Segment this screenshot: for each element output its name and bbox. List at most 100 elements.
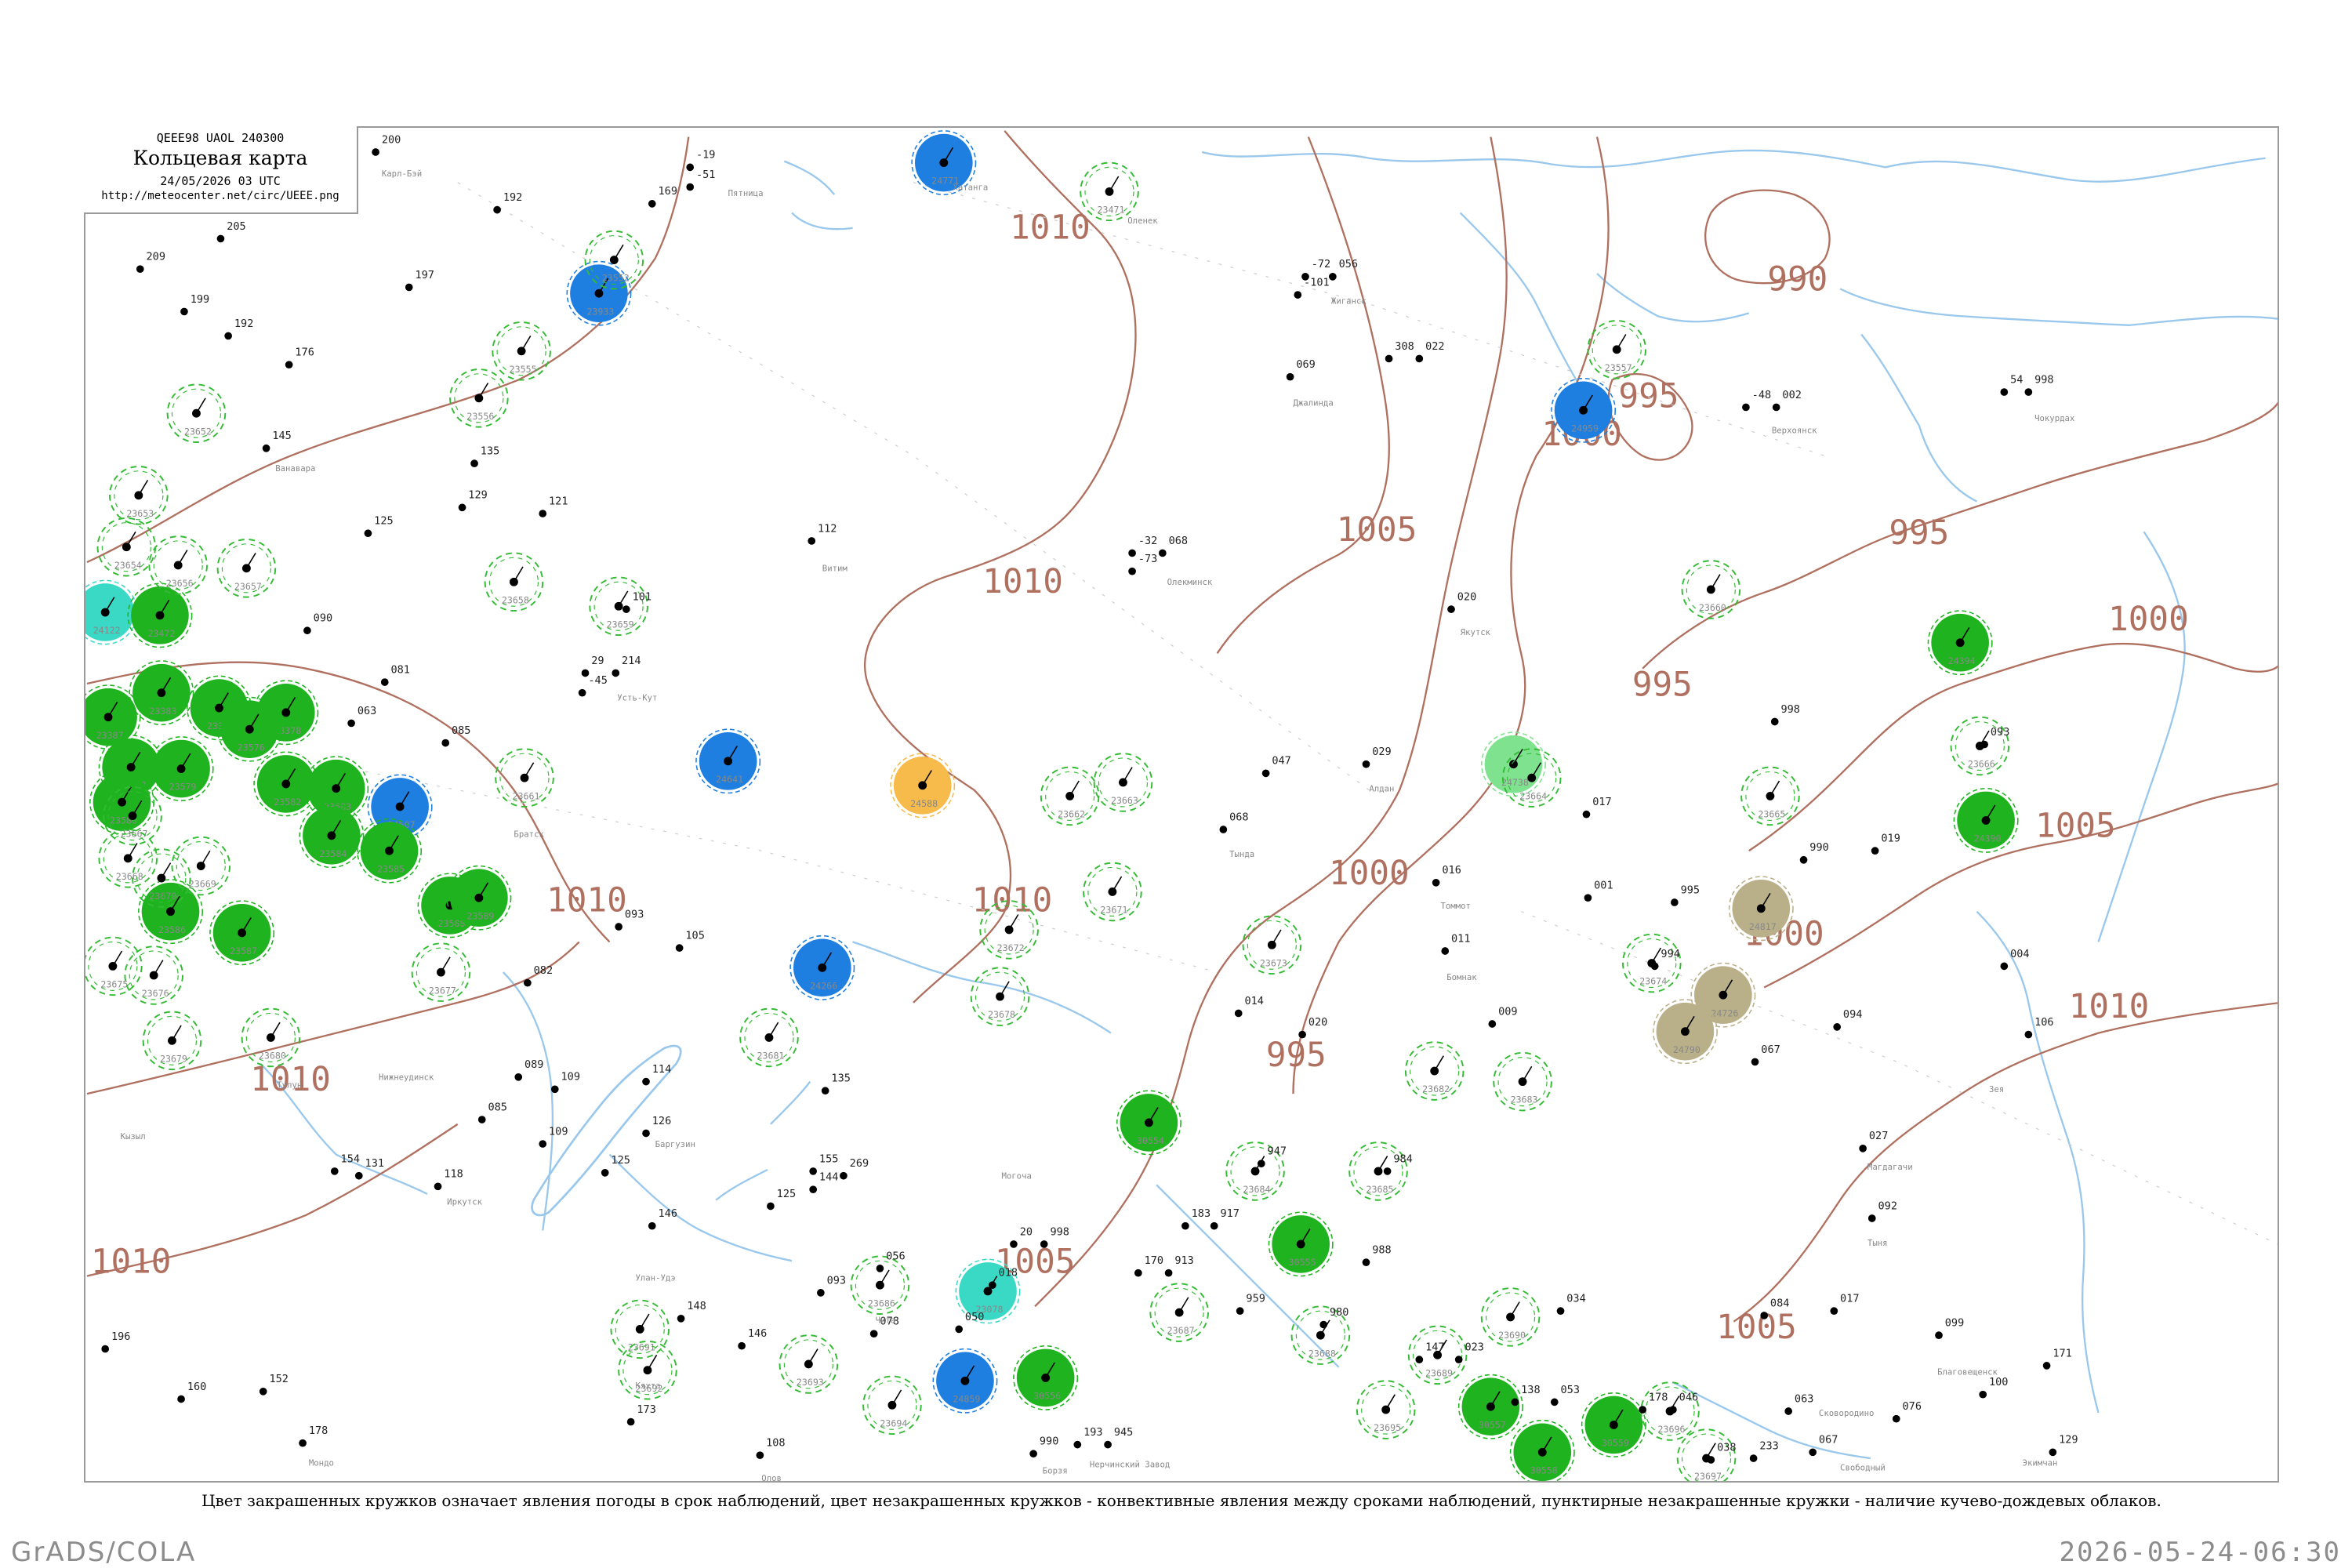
station-marker[interactable]: 24790 [1652, 999, 1718, 1065]
station-marker[interactable]: 23669 [171, 836, 231, 896]
station-dot-icon [441, 739, 450, 747]
station-marker[interactable]: 23690 [1480, 1287, 1541, 1347]
station-number: 23584 [319, 848, 347, 859]
station-marker[interactable]: 23587 [209, 900, 275, 966]
station-marker[interactable]: 23557 [1587, 320, 1647, 379]
station-marker[interactable]: 24817 [1728, 876, 1794, 942]
station-number: 23676 [142, 988, 169, 999]
station-dot-icon [216, 234, 225, 243]
station-marker[interactable]: 23555 [492, 321, 551, 381]
station-marker[interactable]: 23580 [89, 769, 154, 835]
station-obs: 014 [1234, 995, 1264, 1018]
station-marker[interactable]: 30558 [1509, 1419, 1575, 1483]
station-number: 23693 [797, 1377, 824, 1388]
station-marker[interactable]: 23682 [1404, 1041, 1465, 1101]
station-marker[interactable]: 23472 [127, 583, 193, 648]
station-value: 29 [591, 655, 604, 667]
station-marker[interactable]: 23663 [1093, 753, 1153, 812]
station-marker[interactable]: 30555 [1268, 1211, 1334, 1277]
station-marker[interactable]: 23675 [85, 936, 143, 996]
station-marker[interactable]: 23658 [484, 552, 544, 612]
station-obs: 125 [364, 515, 394, 538]
station-number: 23679 [160, 1053, 187, 1064]
station-marker[interactable]: 23694 [862, 1375, 922, 1436]
station-marker[interactable]: 23689 [1407, 1325, 1468, 1385]
station-marker[interactable]: 24859 [932, 1348, 998, 1414]
station-marker[interactable]: 24122 [85, 579, 138, 645]
station-marker[interactable]: 23653 [109, 466, 169, 525]
station-dot-icon [1719, 990, 1728, 1000]
station-value: 135 [831, 1073, 850, 1085]
station-marker[interactable]: 23683 [1493, 1051, 1552, 1112]
station-dot-icon [2042, 1362, 2051, 1370]
station-marker[interactable]: 23665 [1740, 766, 1800, 826]
station-value: 20 [1020, 1225, 1033, 1238]
station-number: 23669 [189, 879, 216, 890]
station-marker[interactable]: 24588 [890, 753, 956, 818]
station-value: 125 [374, 515, 393, 528]
station-dot-icon [173, 561, 183, 570]
station-marker[interactable]: 23660 [1681, 560, 1741, 619]
station-value: 269 [850, 1157, 869, 1170]
station-marker[interactable]: 23654 [96, 517, 157, 577]
station-marker[interactable]: 23697 [1676, 1428, 1737, 1483]
station-obs: 092 [1867, 1200, 1897, 1222]
station-number: 30559 [1602, 1438, 1629, 1449]
wind-barb-icon [112, 950, 123, 967]
station-marker[interactable]: 23673 [1242, 915, 1302, 975]
station-value: 121 [549, 495, 568, 507]
station-marker[interactable]: 23556 [449, 368, 509, 428]
station-marker[interactable]: 23681 [739, 1007, 799, 1068]
station-marker[interactable]: 24390 [1953, 787, 2019, 853]
station-marker[interactable]: 23687 [1149, 1283, 1209, 1342]
station-marker[interactable]: 23685 [1348, 1142, 1408, 1201]
place-name: Баргузин [655, 1139, 695, 1149]
station-dot-icon [1772, 403, 1780, 412]
station-marker[interactable]: 23585 [357, 818, 423, 884]
station-marker[interactable]: 24266 [789, 935, 855, 1000]
wind-barb-icon [1271, 929, 1282, 946]
station-marker[interactable]: 23579 [148, 736, 214, 801]
station-number: 23579 [169, 782, 197, 793]
station-obs: 152 [259, 1373, 289, 1396]
station-marker[interactable]: 30559 [1581, 1392, 1646, 1457]
station-marker[interactable]: 23679 [142, 1011, 202, 1071]
station-marker[interactable]: 23691 [610, 1299, 670, 1359]
station-value: 067 [1761, 1044, 1780, 1056]
station-marker[interactable]: 23678 [970, 967, 1030, 1026]
station-dot-icon [1650, 962, 1659, 971]
station-marker[interactable]: 23659 [589, 576, 648, 637]
isobar-label: 1005 [2035, 807, 2116, 846]
station-marker[interactable]: 23576 [216, 696, 282, 762]
station-marker[interactable]: 23657 [216, 539, 277, 598]
station-number: 24588 [910, 798, 938, 809]
station-marker[interactable]: 23933 [566, 260, 632, 326]
station-marker[interactable]: 23671 [1083, 862, 1142, 922]
station-marker[interactable]: 23584 [299, 803, 365, 869]
station-marker[interactable]: 23552 [584, 230, 644, 290]
station-marker[interactable]: 23676 [124, 946, 183, 1005]
station-marker[interactable]: 23680 [241, 1007, 301, 1068]
station-marker[interactable]: 23677 [411, 942, 471, 1002]
station-marker[interactable]: 24738 [1480, 731, 1546, 797]
station-marker[interactable]: 23656 [148, 535, 208, 595]
station-marker[interactable]: 23662 [1040, 766, 1100, 826]
station-dot-icon [1669, 1406, 1677, 1414]
isobar-label: 1000 [1329, 854, 1410, 893]
station-value: 146 [748, 1327, 767, 1340]
map-canvas: 101010101010 1010101010101010100510051005… [85, 130, 2278, 1483]
station-marker[interactable]: 23652 [166, 383, 227, 443]
station-marker[interactable]: 23471 [1080, 162, 1139, 222]
station-marker[interactable]: 23693 [779, 1334, 839, 1394]
station-marker[interactable]: 30557 [1457, 1374, 1523, 1439]
station-marker[interactable]: 23383 [129, 660, 194, 726]
station-value: 090 [314, 612, 332, 625]
place-name: Тыня [1867, 1238, 1888, 1248]
station-marker[interactable]: 23695 [1356, 1380, 1416, 1439]
map-url[interactable]: http://meteocenter.net/circ/UEEE.png [84, 190, 357, 202]
station-marker[interactable]: 23674 [1621, 933, 1682, 993]
station-marker[interactable]: 30556 [1013, 1345, 1079, 1410]
station-marker[interactable]: 24641 [695, 728, 761, 794]
station-marker[interactable]: 30554 [1116, 1090, 1181, 1156]
station-marker[interactable]: 24394 [1927, 610, 1993, 676]
